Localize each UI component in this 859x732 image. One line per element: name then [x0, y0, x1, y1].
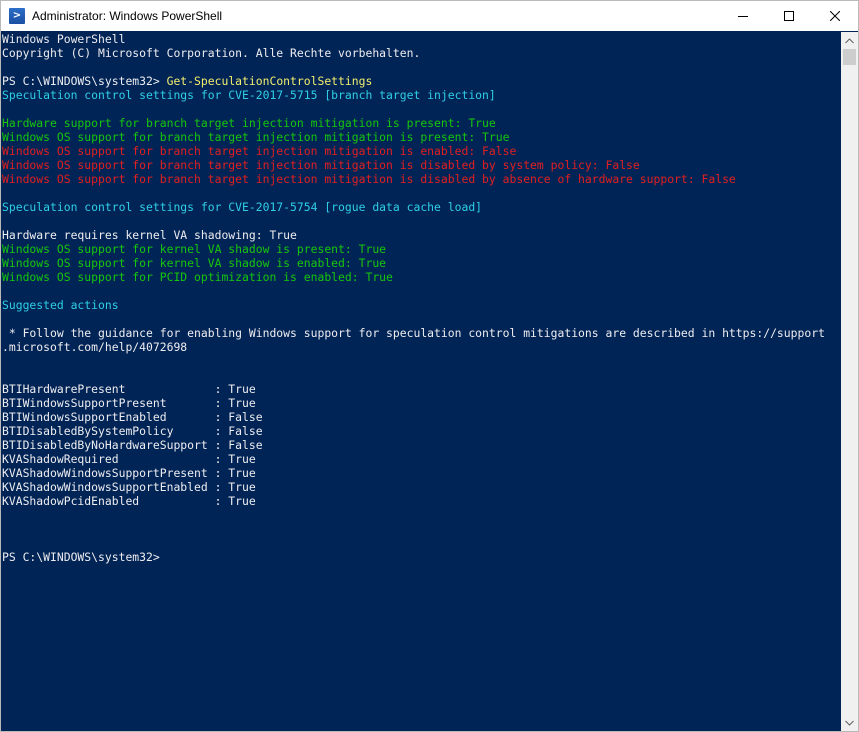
console-text: Windows OS support for kernel VA shadow …	[2, 256, 387, 270]
window-title: Administrator: Windows PowerShell	[32, 9, 223, 23]
command-text: Get-SpeculationControlSettings	[166, 74, 373, 88]
console-text: Hardware requires kernel VA shadowing: T…	[2, 228, 297, 242]
console-line: Suggested actions	[2, 298, 841, 312]
console-line: Windows OS support for branch target inj…	[2, 172, 841, 186]
powershell-icon[interactable]: >	[9, 8, 25, 24]
scroll-down-button[interactable]	[841, 714, 858, 731]
console-text: Windows OS support for branch target inj…	[2, 158, 640, 172]
scrollbar-thumb[interactable]	[843, 49, 856, 65]
maximize-icon	[784, 11, 794, 21]
console-line: Windows OS support for branch target inj…	[2, 158, 841, 172]
console-text: * Follow the guidance for enabling Windo…	[2, 326, 825, 340]
console-text: Suggested actions	[2, 298, 119, 312]
console-text: Hardware support for branch target injec…	[2, 116, 496, 130]
console-text: BTIWindowsSupportEnabled : False	[2, 410, 263, 424]
chevron-up-icon	[845, 37, 854, 43]
console-line: BTIHardwarePresent : True	[2, 382, 841, 396]
console-text: BTIDisabledByNoHardwareSupport : False	[2, 438, 263, 452]
console-line: Windows OS support for kernel VA shadow …	[2, 256, 841, 270]
console-line: Windows OS support for branch target inj…	[2, 144, 841, 158]
console-line: Windows OS support for branch target inj…	[2, 130, 841, 144]
console-line: Hardware support for branch target injec…	[2, 116, 841, 130]
console-line: BTIDisabledByNoHardwareSupport : False	[2, 438, 841, 452]
console-line: Windows PowerShell	[2, 32, 841, 46]
console-line: KVAShadowWindowsSupportPresent : True	[2, 466, 841, 480]
console-output[interactable]: Windows PowerShell Copyright (C) Microsof…	[1, 32, 841, 731]
console-text: KVAShadowWindowsSupportEnabled : True	[2, 480, 256, 494]
console-text: Speculation control settings for CVE-201…	[2, 200, 483, 214]
powershell-icon-glyph: >	[12, 10, 22, 21]
console-text: .microsoft.com/help/4072698	[2, 340, 188, 354]
console-line: Copyright (C) Microsoft Corporation. All…	[2, 46, 841, 60]
close-button[interactable]	[812, 1, 858, 31]
console-line: .microsoft.com/help/4072698	[2, 340, 841, 354]
console-text: Windows OS support for branch target inj…	[2, 130, 510, 144]
console-line: * Follow the guidance for enabling Windo…	[2, 326, 841, 340]
title-bar[interactable]: > Administrator: Windows PowerShell	[1, 1, 858, 31]
console-line: BTIWindowsSupportEnabled : False	[2, 410, 841, 424]
vertical-scrollbar[interactable]	[841, 32, 858, 731]
console-text: Speculation control settings for CVE-201…	[2, 88, 496, 102]
close-icon	[830, 11, 840, 21]
console-text: Windows OS support for kernel VA shadow …	[2, 242, 387, 256]
console-text: PS C:\WINDOWS\system32>	[2, 550, 160, 564]
powershell-window: > Administrator: Windows PowerShell Wind…	[0, 0, 859, 732]
console-text: KVAShadowPcidEnabled : True	[2, 494, 256, 508]
scroll-up-button[interactable]	[841, 32, 858, 49]
console-line: Windows OS support for kernel VA shadow …	[2, 242, 841, 256]
console-text: PS C:\WINDOWS\system32>	[2, 74, 167, 88]
console-text: Copyright (C) Microsoft Corporation. All…	[2, 46, 421, 60]
maximize-button[interactable]	[766, 1, 812, 31]
console-line: BTIDisabledBySystemPolicy : False	[2, 424, 841, 438]
console-text: BTIHardwarePresent : True	[2, 382, 256, 396]
chevron-down-icon	[845, 720, 854, 726]
console-line: KVAShadowRequired : True	[2, 452, 841, 466]
console-text: KVAShadowRequired : True	[2, 452, 256, 466]
console-text: Windows OS support for PCID optimization…	[2, 270, 393, 284]
minimize-button[interactable]	[720, 1, 766, 31]
console-line: PS C:\WINDOWS\system32>	[2, 550, 841, 564]
console-line: Windows OS support for PCID optimization…	[2, 270, 841, 284]
console-line: Hardware requires kernel VA shadowing: T…	[2, 228, 841, 242]
console-line: BTIWindowsSupportPresent : True	[2, 396, 841, 410]
console-line: Speculation control settings for CVE-201…	[2, 88, 841, 102]
console-text: KVAShadowWindowsSupportPresent : True	[2, 466, 256, 480]
console-text: Windows PowerShell	[2, 32, 126, 46]
console-text: Windows OS support for branch target inj…	[2, 144, 517, 158]
console-line: KVAShadowPcidEnabled : True	[2, 494, 841, 508]
console-text: BTIDisabledBySystemPolicy : False	[2, 424, 263, 438]
console-text: BTIWindowsSupportPresent : True	[2, 396, 256, 410]
console-line: Speculation control settings for CVE-201…	[2, 200, 841, 214]
console-line: KVAShadowWindowsSupportEnabled : True	[2, 480, 841, 494]
console-line: PS C:\WINDOWS\system32> Get-SpeculationC…	[2, 74, 841, 88]
minimize-icon	[738, 16, 748, 17]
console-text: Windows OS support for branch target inj…	[2, 172, 736, 186]
